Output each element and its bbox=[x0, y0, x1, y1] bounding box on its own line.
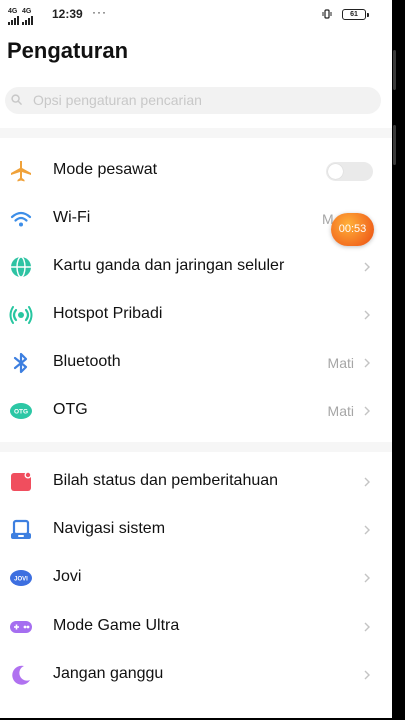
signal-indicators: 4G 4G bbox=[8, 8, 33, 25]
otg-icon-text: OTG bbox=[14, 409, 28, 416]
toggle-knob bbox=[328, 164, 343, 179]
otg-icon: OTG bbox=[10, 403, 32, 419]
settings-item-label: Bluetooth bbox=[53, 353, 121, 370]
settings-item-label: OTG bbox=[53, 401, 88, 418]
otg-status-value: Mati bbox=[327, 403, 354, 419]
wifi-icon bbox=[10, 211, 32, 227]
vibrate-icon bbox=[322, 9, 332, 19]
network-type-1: 4G bbox=[8, 8, 18, 15]
status-bar: 4G 4G 12:39 ··· 61 bbox=[0, 0, 392, 30]
settings-item-airplane-mode[interactable]: Mode pesawat bbox=[0, 147, 392, 195]
screen-edge bbox=[392, 0, 405, 720]
settings-item-label: Wi-Fi bbox=[53, 209, 91, 226]
battery-icon: 61 bbox=[342, 9, 369, 20]
jovi-icon-text: JOVI bbox=[14, 576, 28, 582]
chevron-right-icon bbox=[364, 525, 370, 535]
settings-item-otg[interactable]: OTG OTG Mati bbox=[0, 387, 392, 435]
settings-item-jovi[interactable]: JOVI Jovi bbox=[0, 554, 392, 602]
settings-item-bluetooth[interactable]: Bluetooth Mati bbox=[0, 339, 392, 387]
signal-icon bbox=[22, 15, 33, 25]
settings-item-status-bar-notifications[interactable]: Bilah status dan pemberitahuan bbox=[0, 458, 392, 506]
edge-mark bbox=[393, 50, 396, 90]
settings-item-do-not-disturb[interactable]: Jangan ganggu bbox=[0, 651, 392, 699]
settings-item-label: Hotspot Pribadi bbox=[53, 305, 163, 322]
gamepad-icon bbox=[10, 621, 32, 633]
page-title: Pengaturan bbox=[7, 38, 129, 63]
hotspot-icon bbox=[9, 306, 33, 324]
settings-item-game-mode[interactable]: Mode Game Ultra bbox=[0, 603, 392, 651]
settings-item-dual-sim[interactable]: Kartu ganda dan jaringan seluler bbox=[0, 243, 392, 291]
more-notifications-icon: ··· bbox=[92, 5, 107, 19]
search-icon bbox=[11, 94, 22, 105]
settings-item-label: Kartu ganda dan jaringan seluler bbox=[53, 257, 285, 274]
edge-mark bbox=[393, 125, 396, 165]
search-placeholder: Opsi pengaturan pencarian bbox=[33, 92, 202, 108]
network-type-2: 4G bbox=[22, 8, 32, 15]
settings-item-hotspot[interactable]: Hotspot Pribadi bbox=[0, 291, 392, 339]
chevron-right-icon bbox=[364, 670, 370, 680]
settings-item-label: Bilah status dan pemberitahuan bbox=[53, 472, 279, 489]
settings-item-label: Jovi bbox=[53, 568, 82, 585]
settings-item-system-navigation[interactable]: Navigasi sistem bbox=[0, 506, 392, 554]
chevron-right-icon bbox=[364, 262, 370, 272]
signal-icon bbox=[8, 15, 19, 25]
chevron-right-icon bbox=[364, 573, 370, 583]
status-time: 12:39 bbox=[52, 7, 83, 21]
bluetooth-icon bbox=[13, 352, 28, 374]
navigation-icon bbox=[11, 519, 31, 539]
globe-icon bbox=[11, 256, 31, 278]
status-bar-icon bbox=[11, 471, 32, 491]
chevron-right-icon bbox=[364, 406, 370, 416]
settings-item-label: Mode pesawat bbox=[53, 161, 158, 178]
jovi-icon: JOVI bbox=[10, 570, 32, 586]
settings-item-label: Mode Game Ultra bbox=[53, 617, 180, 634]
chevron-right-icon bbox=[364, 310, 370, 320]
screen-recording-timer[interactable]: 00:53 bbox=[331, 213, 374, 246]
section-divider bbox=[0, 442, 392, 452]
chevron-right-icon bbox=[364, 477, 370, 487]
moon-icon bbox=[12, 665, 30, 685]
airplane-mode-toggle[interactable] bbox=[326, 162, 373, 181]
settings-item-label: Navigasi sistem bbox=[53, 520, 166, 537]
chevron-right-icon bbox=[364, 622, 370, 632]
settings-item-label: Jangan ganggu bbox=[53, 665, 164, 682]
airplane-icon bbox=[11, 161, 31, 182]
chevron-right-icon bbox=[364, 358, 370, 368]
search-input[interactable]: Opsi pengaturan pencarian bbox=[5, 87, 381, 114]
section-divider bbox=[0, 128, 392, 138]
bluetooth-status-value: Mati bbox=[327, 355, 354, 371]
settings-screen: 4G 4G 12:39 ··· 61 Pengaturan Opsi penga… bbox=[0, 0, 392, 718]
